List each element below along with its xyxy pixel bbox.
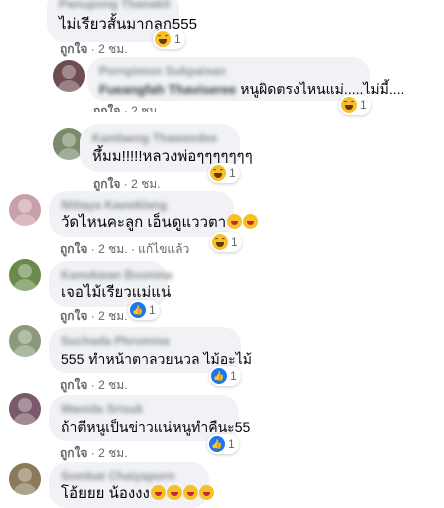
like-button[interactable]: ถูกใจ — [93, 177, 120, 191]
like-reaction-icon: 👍 — [130, 302, 146, 318]
like-button[interactable]: ถูกใจ — [60, 446, 87, 460]
comment-time[interactable]: 2 ชม. — [98, 42, 127, 56]
comment-bubble: Nittaya Kaewklang วัดไหนคะลูก เอ็นดูแววต… — [49, 191, 259, 237]
laughing-emoji-icon — [243, 214, 259, 229]
avatar[interactable] — [9, 325, 41, 357]
reaction-count: 1 — [231, 235, 238, 249]
reaction-count: 1 — [149, 303, 156, 317]
comment-time[interactable]: 2 ชม. — [98, 378, 127, 392]
reaction-summary[interactable]: 1 — [153, 29, 185, 49]
comment-actions: ถูกใจ · 2 ชม. — [60, 378, 128, 392]
comment-text: ไม่เรียวสั้นมากลูก555 — [59, 16, 197, 33]
laughing-emoji-icon — [166, 485, 182, 500]
comment-text: 555 ทำหน้าตาลวยนวล ไม้อะไม้ — [61, 351, 252, 367]
like-reaction-icon: 👍 — [209, 436, 225, 452]
comment-text: หนูผิดตรงไหนแม่.....ไม่มี้.... — [240, 81, 405, 97]
reaction-summary[interactable]: 👍 1 — [207, 434, 239, 454]
comment-author[interactable]: Sombat Chaiyaporn — [61, 468, 197, 484]
comment-time[interactable]: 2 ชม. — [98, 446, 127, 460]
comment-actions: ถูกใจ · 2 ชม. · แก้ไขแล้ว — [60, 242, 190, 256]
comment-actions: ถูกใจ · 2 ชม. — [93, 102, 161, 112]
comment-bubble: Pornpimon Sukpaisan Fueangfah Thaviseree… — [87, 57, 404, 101]
comment-text: ถ้าตีหนูเป็นข่าวแน่หนูทำคืนะ55 — [61, 419, 251, 435]
avatar[interactable] — [9, 463, 41, 495]
tagged-name[interactable]: Fueangfah Thaviseree — [99, 82, 236, 98]
laughing-emoji-icon — [150, 485, 166, 500]
like-button[interactable]: ถูกใจ — [60, 378, 87, 392]
comment-author[interactable]: Pornpimon Sukpaisan — [99, 63, 358, 79]
like-button[interactable]: ถูกใจ — [60, 309, 87, 323]
reaction-count: 1 — [228, 437, 235, 451]
reaction-count: 1 — [230, 369, 237, 383]
comment-author[interactable]: Panupong Thanakit — [59, 0, 170, 12]
like-reaction-icon: 👍 — [211, 368, 227, 384]
like-button[interactable]: ถูกใจ — [60, 242, 87, 256]
laughing-emoji-icon — [182, 485, 198, 500]
reaction-summary[interactable]: 1 — [208, 163, 240, 183]
haha-reaction-icon — [210, 165, 226, 181]
comment-text: โอ้ยยย น้องงง — [61, 485, 150, 502]
comment-time[interactable]: 2 ชม. — [98, 309, 127, 323]
comment-time[interactable]: 2 ชม. — [131, 177, 160, 191]
comment-bubble: Suchada Phromma 555 ทำหน้าตาลวยนวล ไม้อะ… — [49, 327, 252, 373]
comment-bubble: Wanida Srisuk ถ้าตีหนูเป็นข่าวแน่หนูทำคื… — [49, 395, 251, 441]
comment-actions: ถูกใจ · 2 ชม. — [60, 446, 128, 460]
reaction-count: 1 — [229, 166, 236, 180]
comment-bubble: Sombat Chaiyaporn โอ้ยยย น้องงง — [49, 462, 214, 508]
laughing-emoji-icon — [198, 485, 214, 500]
comment-text: หึ้มม!!!!!หลวงพ่อๆๆๆๆๆๆๆ — [92, 148, 253, 165]
like-button[interactable]: ถูกใจ — [93, 104, 120, 112]
avatar[interactable] — [9, 393, 41, 425]
comment-time[interactable]: 2 ชม. — [131, 104, 160, 112]
haha-reaction-icon — [212, 234, 228, 250]
avatar[interactable] — [9, 259, 41, 291]
haha-reaction-icon — [341, 97, 357, 113]
comment-body: Fueangfah Thaviseree หนูผิดตรงไหนแม่.....… — [99, 79, 404, 99]
reaction-summary[interactable]: 👍 1 — [128, 300, 160, 320]
comment-actions: ถูกใจ · 2 ชม. — [60, 309, 128, 323]
reaction-count: 1 — [174, 32, 181, 46]
avatar[interactable] — [53, 60, 85, 92]
reaction-summary[interactable]: 1 — [339, 95, 371, 115]
like-button[interactable]: ถูกใจ — [60, 42, 87, 56]
comment-author[interactable]: Kanokwan Boonma — [61, 267, 172, 283]
reaction-summary[interactable]: 1 — [210, 232, 242, 252]
comment-author[interactable]: Kamlaeng Thaweedee — [92, 130, 228, 146]
comment-author[interactable]: Wanida Srisuk — [61, 401, 227, 417]
laughing-emoji-icon — [227, 214, 243, 229]
reaction-count: 1 — [360, 98, 367, 112]
reaction-summary[interactable]: 👍 1 — [209, 366, 241, 386]
comment-body: โอ้ยยย น้องงง — [61, 484, 214, 504]
comment-text: วัดไหนคะลูก เอ็นดูแววตา — [61, 214, 227, 231]
avatar[interactable] — [9, 194, 41, 226]
comment-author[interactable]: Suchada Phromma — [61, 333, 229, 349]
edited-label[interactable]: แก้ไขแล้ว — [138, 242, 189, 256]
comment-time[interactable]: 2 ชม. — [98, 242, 127, 256]
comment-author[interactable]: Nittaya Kaewklang — [61, 197, 222, 213]
comment-body: วัดไหนคะลูก เอ็นดูแววตา — [61, 213, 259, 233]
haha-reaction-icon — [155, 31, 171, 47]
